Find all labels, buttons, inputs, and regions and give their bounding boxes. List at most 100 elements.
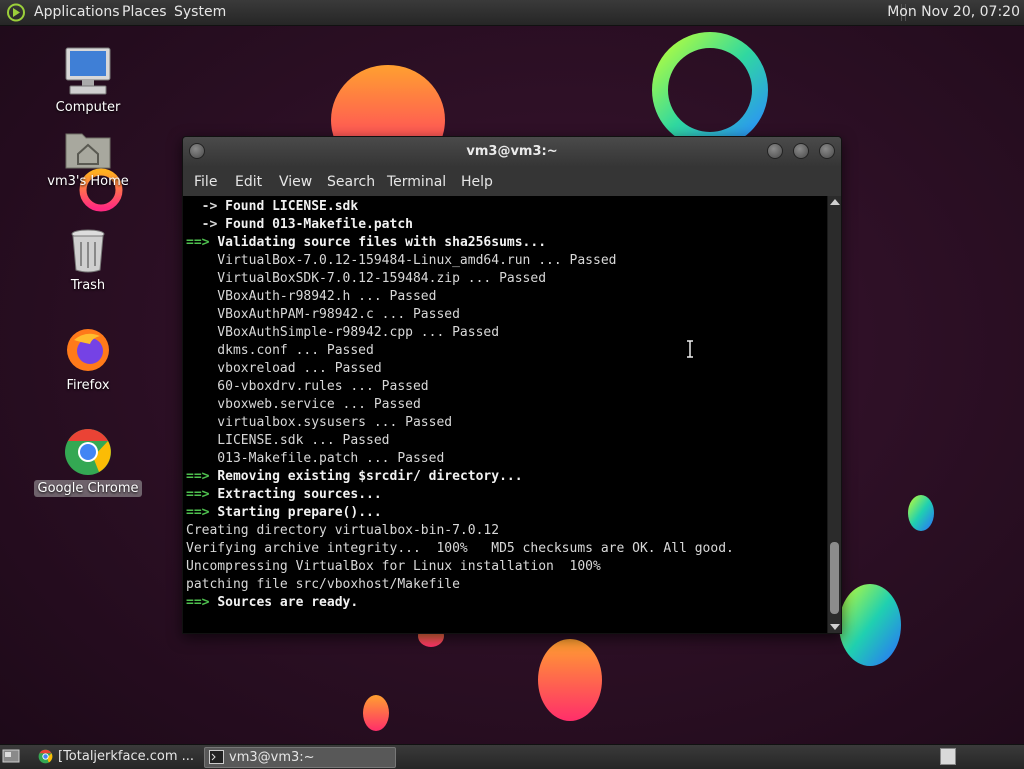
terminal-line-text: VirtualBoxSDK-7.0.12-159484.zip ... Pass… xyxy=(186,271,547,286)
desktop-icon-trash[interactable]: Trash xyxy=(33,228,143,294)
terminal-line-text: LICENSE.sdk ... Passed xyxy=(186,433,390,448)
terminal-line: ==> Sources are ready. xyxy=(186,594,734,612)
terminal-line-text: VBoxAuthSimple-r98942.cpp ... Passed xyxy=(186,325,500,340)
terminal-line-text: Verifying archive integrity... 100% MD5 … xyxy=(186,541,734,556)
terminal-line-text: Extracting sources... xyxy=(217,487,382,502)
terminal-line: VBoxAuthPAM-r98942.c ... Passed xyxy=(186,306,734,324)
firefox-icon xyxy=(67,329,109,371)
terminal-line: patching file src/vboxhost/Makefile xyxy=(186,576,734,594)
workspace-switcher[interactable] xyxy=(940,748,956,765)
terminal-line: VirtualBox-7.0.12-159484-Linux_amd64.run… xyxy=(186,252,734,270)
terminal-menubar: File Edit View Search Terminal Help xyxy=(183,167,841,196)
prompt-arrow: ==> xyxy=(186,595,218,610)
menu-terminal[interactable]: Terminal xyxy=(387,174,446,190)
sub-arrow: -> xyxy=(186,217,226,232)
text-cursor-icon xyxy=(687,340,693,358)
home-folder-icon xyxy=(65,133,111,169)
menu-search[interactable]: Search xyxy=(327,174,375,190)
terminal-line: LICENSE.sdk ... Passed xyxy=(186,432,734,450)
desktop-icon-chrome[interactable]: Google Chrome xyxy=(33,427,143,497)
menu-system[interactable]: System xyxy=(174,4,226,20)
terminal-line-text: patching file src/vboxhost/Makefile xyxy=(186,577,460,592)
desktop-icon-label: vm3's Home xyxy=(47,174,129,189)
desktop-icon-firefox[interactable]: Firefox xyxy=(33,326,143,394)
scroll-down-arrow-icon[interactable] xyxy=(830,624,840,630)
close-button[interactable] xyxy=(819,143,835,159)
terminal-window[interactable]: vm3@vm3:~ File Edit View Search Terminal… xyxy=(182,136,842,634)
window-title: vm3@vm3:~ xyxy=(466,144,558,159)
terminal-line-text: Creating directory virtualbox-bin-7.0.12 xyxy=(186,523,500,538)
distro-logo-icon[interactable] xyxy=(6,3,26,22)
terminal-line-text: Sources are ready. xyxy=(217,595,359,610)
show-desktop-icon[interactable] xyxy=(2,748,20,764)
terminal-line-text: VirtualBox-7.0.12-159484-Linux_amd64.run… xyxy=(186,253,617,268)
computer-icon xyxy=(65,47,111,95)
terminal-text: -> Found LICENSE.sdk -> Found 013-Makefi… xyxy=(183,198,734,612)
terminal-line-text: virtualbox.sysusers ... Passed xyxy=(186,415,453,430)
sub-arrow: -> xyxy=(186,199,226,214)
terminal-line: ==> Starting prepare()... xyxy=(186,504,734,522)
terminal-line: dkms.conf ... Passed xyxy=(186,342,734,360)
terminal-icon xyxy=(209,750,224,764)
menu-file[interactable]: File xyxy=(194,174,217,190)
desktop-icon-label: Computer xyxy=(55,100,121,115)
terminal-line-text: 013-Makefile.patch ... Passed xyxy=(186,451,445,466)
terminal-line: Creating directory virtualbox-bin-7.0.12 xyxy=(186,522,734,540)
terminal-line: vboxreload ... Passed xyxy=(186,360,734,378)
terminal-line: vboxweb.service ... Passed xyxy=(186,396,734,414)
chrome-icon xyxy=(38,749,53,764)
menu-view[interactable]: View xyxy=(279,174,312,190)
terminal-line-text: vboxweb.service ... Passed xyxy=(186,397,421,412)
desktop-icon-computer[interactable]: Computer xyxy=(33,46,143,116)
terminal-line: VirtualBoxSDK-7.0.12-159484.zip ... Pass… xyxy=(186,270,734,288)
terminal-line-text: Starting prepare()... xyxy=(217,505,382,520)
terminal-line-text: Removing existing $srcdir/ directory... xyxy=(217,469,523,484)
terminal-line: ==> Removing existing $srcdir/ directory… xyxy=(186,468,734,486)
top-panel: Applications Places System Mon Nov 20, 0… xyxy=(0,0,1024,26)
menu-applications[interactable]: Applications xyxy=(34,4,120,20)
scrollbar-thumb[interactable] xyxy=(830,542,839,614)
desktop-icon-label: Firefox xyxy=(66,378,110,393)
taskbar-item-chrome[interactable]: [Totaljerkface.com ... xyxy=(34,747,222,766)
chrome-icon xyxy=(65,429,111,475)
taskbar-item-terminal[interactable]: vm3@vm3:~ xyxy=(204,747,396,768)
prompt-arrow: ==> xyxy=(186,469,218,484)
terminal-line: Verifying archive integrity... 100% MD5 … xyxy=(186,540,734,558)
terminal-line: -> Found 013-Makefile.patch xyxy=(186,216,734,234)
scroll-up-arrow-icon[interactable] xyxy=(830,199,840,205)
terminal-line-text: VBoxAuthPAM-r98942.c ... Passed xyxy=(186,307,460,322)
menu-help[interactable]: Help xyxy=(461,174,493,190)
terminal-line: 60-vboxdrv.rules ... Passed xyxy=(186,378,734,396)
terminal-line-text: Uncompressing VirtualBox for Linux insta… xyxy=(186,559,601,574)
bottom-panel: [Totaljerkface.com ... vm3@vm3:~ xyxy=(0,744,1024,769)
terminal-line-text: dkms.conf ... Passed xyxy=(186,343,374,358)
terminal-line: ==> Validating source files with sha256s… xyxy=(186,234,734,252)
terminal-line-text: Validating source files with sha256sums.… xyxy=(217,235,547,250)
menu-edit[interactable]: Edit xyxy=(235,174,262,190)
window-titlebar[interactable]: vm3@vm3:~ xyxy=(183,137,841,167)
terminal-line: VBoxAuthSimple-r98942.cpp ... Passed xyxy=(186,324,734,342)
desktop-icon-home[interactable]: vm3's Home xyxy=(33,128,143,190)
minimize-button[interactable] xyxy=(767,143,783,159)
desktop-icon-label: Trash xyxy=(70,278,106,293)
panel-clock[interactable]: Mon Nov 20, 07:20 xyxy=(887,4,1020,20)
maximize-button[interactable] xyxy=(793,143,809,159)
terminal-line: Uncompressing VirtualBox for Linux insta… xyxy=(186,558,734,576)
terminal-line-text: 60-vboxdrv.rules ... Passed xyxy=(186,379,429,394)
terminal-line: -> Found LICENSE.sdk xyxy=(186,198,734,216)
desktop-icon-label: Google Chrome xyxy=(33,480,143,497)
trash-icon xyxy=(71,229,105,273)
terminal-line: virtualbox.sysusers ... Passed xyxy=(186,414,734,432)
prompt-arrow: ==> xyxy=(186,505,218,520)
terminal-line-text: Found LICENSE.sdk xyxy=(225,199,359,214)
terminal-line: 013-Makefile.patch ... Passed xyxy=(186,450,734,468)
prompt-arrow: ==> xyxy=(186,235,218,250)
terminal-line-text: Found 013-Makefile.patch xyxy=(225,217,413,232)
taskbar-item-label: [Totaljerkface.com ... xyxy=(58,749,195,764)
terminal-line-text: VBoxAuth-r98942.h ... Passed xyxy=(186,289,437,304)
terminal-line-text: vboxreload ... Passed xyxy=(186,361,382,376)
terminal-line: ==> Extracting sources... xyxy=(186,486,734,504)
terminal-output[interactable]: -> Found LICENSE.sdk -> Found 013-Makefi… xyxy=(183,196,827,633)
terminal-scrollbar[interactable] xyxy=(827,196,841,633)
menu-places[interactable]: Places xyxy=(122,4,167,20)
